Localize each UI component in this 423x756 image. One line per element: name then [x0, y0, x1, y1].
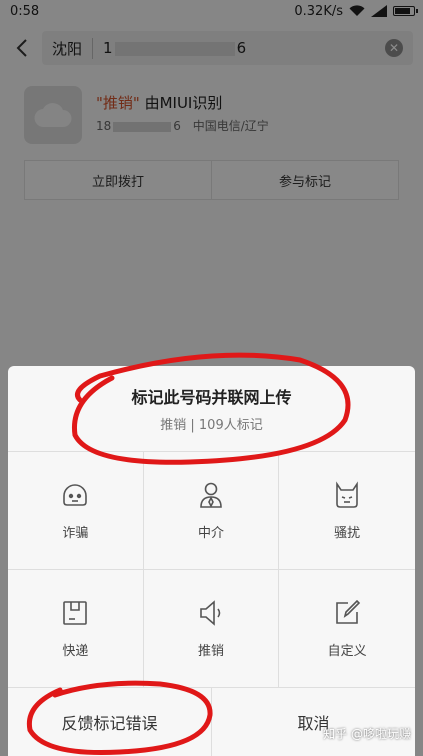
devil-face-icon: [336, 481, 358, 508]
option-label: 中介: [197, 526, 224, 541]
option-fraud[interactable]: 诈骗: [8, 452, 144, 570]
feedback-error-button[interactable]: 反馈标记错误: [8, 688, 211, 756]
option-harassment[interactable]: 骚扰: [279, 452, 415, 570]
option-promotion[interactable]: 推销: [143, 570, 280, 688]
option-label: 自定义: [327, 644, 367, 659]
package-box-icon: [63, 601, 88, 625]
dialog-subtitle: 推销 | 109人标记: [160, 418, 263, 433]
mark-options-grid: 诈骗 中介 骚扰 快递 推销 自定义: [8, 452, 415, 688]
dialog-footer: 反馈标记错误 取消: [8, 688, 415, 756]
dialog-title: 标记此号码并联网上传: [131, 388, 292, 407]
option-express[interactable]: 快递: [8, 570, 144, 688]
robot-face-icon: [63, 484, 88, 506]
cancel-button[interactable]: 取消: [211, 688, 415, 756]
mark-number-dialog: 标记此号码并联网上传 推销 | 109人标记 诈骗 中介 骚扰 快递 推销 自定…: [8, 366, 415, 756]
dialog-header: 标记此号码并联网上传 推销 | 109人标记: [8, 366, 415, 452]
option-custom[interactable]: 自定义: [279, 570, 415, 688]
option-agent[interactable]: 中介: [143, 452, 280, 570]
option-label: 快递: [62, 644, 89, 659]
edit-pencil-icon: [336, 599, 361, 624]
watermark: 知乎 @哆啦玩赚: [323, 727, 411, 741]
option-label: 骚扰: [334, 526, 361, 541]
megaphone-icon: [200, 600, 221, 626]
person-tie-icon: [200, 482, 222, 508]
option-label: 推销: [197, 644, 224, 659]
option-label: 诈骗: [62, 526, 89, 541]
